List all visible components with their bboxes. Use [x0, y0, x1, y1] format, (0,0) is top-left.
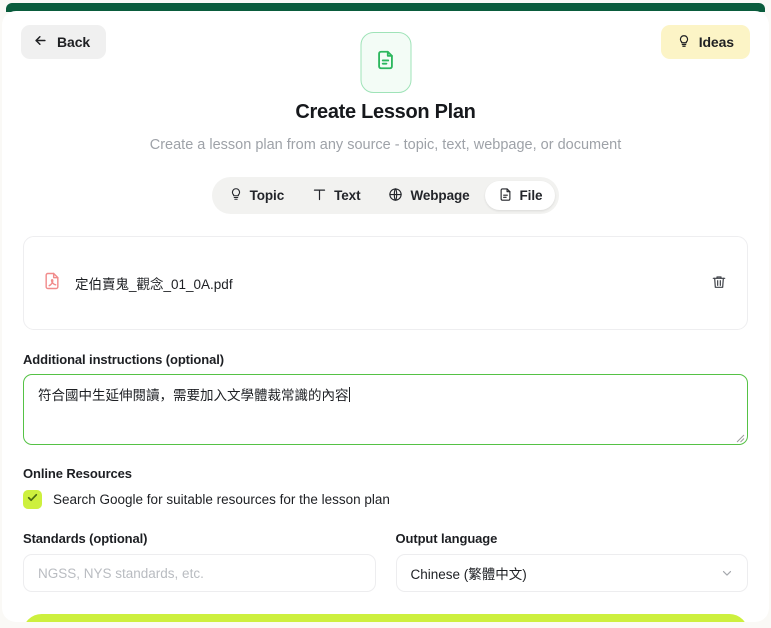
trash-icon	[711, 274, 727, 293]
app-window: Back Ideas Create Lesson Plan Create a l…	[0, 0, 771, 628]
source-tabs: Topic Text Webpage File	[211, 177, 560, 214]
back-button[interactable]: Back	[21, 25, 107, 59]
tab-topic[interactable]: Topic	[216, 181, 298, 210]
lesson-plan-card: Back Ideas Create Lesson Plan Create a l…	[2, 11, 769, 622]
globe-icon	[388, 187, 403, 205]
uploaded-file-name: 定伯賣鬼_觀念_01_0A.pdf	[75, 277, 233, 292]
output-language-label: Output language	[395, 531, 498, 546]
output-language-value: Chinese (繁體中文)	[410, 567, 527, 582]
form-body: 定伯賣鬼_觀念_01_0A.pdf Additional instruction…	[2, 236, 769, 622]
additional-instructions-value: 符合國中生延伸閱讀，需要加入文學體裁常識的內容	[38, 388, 349, 403]
uploaded-file-row: 定伯賣鬼_觀念_01_0A.pdf	[42, 270, 729, 297]
tab-text-label: Text	[334, 188, 361, 203]
page-title: Create Lesson Plan	[295, 101, 476, 123]
source-tabs-wrapper: Topic Text Webpage File	[2, 177, 769, 214]
tab-file[interactable]: File	[484, 181, 556, 210]
check-icon	[26, 491, 39, 509]
card-header: Back Ideas	[2, 11, 769, 93]
text-caret	[348, 387, 350, 402]
resize-handle-icon[interactable]	[733, 430, 745, 443]
standards-input[interactable]	[23, 554, 376, 592]
online-resources-label: Online Resources	[23, 466, 132, 481]
chevron-down-icon	[720, 566, 734, 580]
tab-file-label: File	[519, 188, 543, 203]
file-drop-area[interactable]: 定伯賣鬼_觀念_01_0A.pdf	[23, 236, 748, 330]
text-t-icon	[312, 187, 327, 205]
lightbulb-icon	[229, 187, 243, 204]
additional-instructions-label: Additional instructions (optional)	[23, 352, 224, 367]
tab-text[interactable]: Text	[299, 181, 373, 210]
standards-field: Standards (optional)	[23, 531, 376, 592]
google-search-checkbox[interactable]	[23, 490, 42, 509]
ideas-button-label: Ideas	[698, 34, 734, 50]
page-subtitle: Create a lesson plan from any source - t…	[149, 137, 622, 153]
document-icon	[498, 187, 513, 205]
additional-instructions-input[interactable]: 符合國中生延伸閱讀，需要加入文學體裁常識的內容	[23, 374, 748, 445]
standards-label: Standards (optional)	[23, 531, 148, 546]
delete-file-button[interactable]	[709, 272, 729, 295]
google-search-checkbox-row[interactable]: Search Google for suitable resources for…	[23, 490, 748, 509]
ideas-button[interactable]: Ideas	[660, 25, 750, 59]
back-button-label: Back	[57, 34, 91, 50]
arrow-left-icon	[33, 33, 48, 51]
tab-webpage-label: Webpage	[410, 188, 470, 203]
tab-webpage[interactable]: Webpage	[375, 181, 482, 210]
output-language-field: Output language Chinese (繁體中文)	[395, 531, 748, 592]
lightbulb-icon	[677, 34, 691, 51]
tab-topic-label: Topic	[249, 188, 285, 203]
pdf-file-icon	[42, 270, 62, 297]
output-language-select[interactable]: Chinese (繁體中文)	[395, 554, 748, 592]
generate-lesson-plan-button[interactable]: Generate Lesson Plan	[23, 614, 748, 622]
document-icon	[375, 49, 397, 76]
standards-language-row: Standards (optional) Output language Chi…	[23, 531, 748, 592]
google-search-checkbox-label: Search Google for suitable resources for…	[53, 492, 390, 507]
lesson-plan-hero-icon-box	[360, 32, 411, 93]
